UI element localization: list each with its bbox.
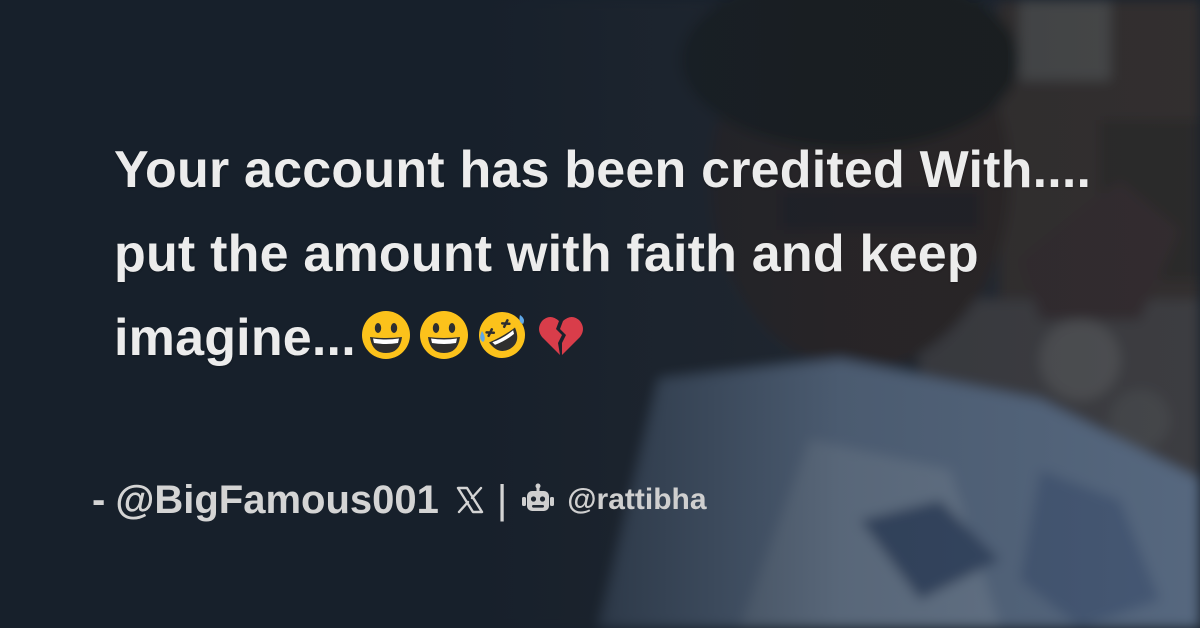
x-logo-icon — [455, 485, 485, 515]
tweet-text-block: Your account has been credited With.... … — [114, 128, 1114, 380]
grinning-face-emoji-icon — [418, 309, 470, 361]
footer-dash: - — [92, 477, 106, 522]
emoji-group — [360, 309, 586, 361]
tweet-text: Your account has been credited With.... … — [114, 141, 1092, 367]
share-card: Your account has been credited With.... … — [0, 0, 1200, 628]
grinning-face-emoji-icon — [360, 309, 412, 361]
brand-handle[interactable]: @rattibha — [567, 483, 706, 517]
broken-heart-emoji-icon — [534, 309, 586, 361]
attribution-footer: - @BigFamous001 | @rattibha — [92, 472, 707, 528]
rolling-on-floor-laughing-emoji-icon — [476, 309, 528, 361]
footer-separator: | — [496, 477, 508, 522]
robot-icon — [521, 483, 555, 517]
author-handle[interactable]: @BigFamous001 — [115, 478, 439, 523]
